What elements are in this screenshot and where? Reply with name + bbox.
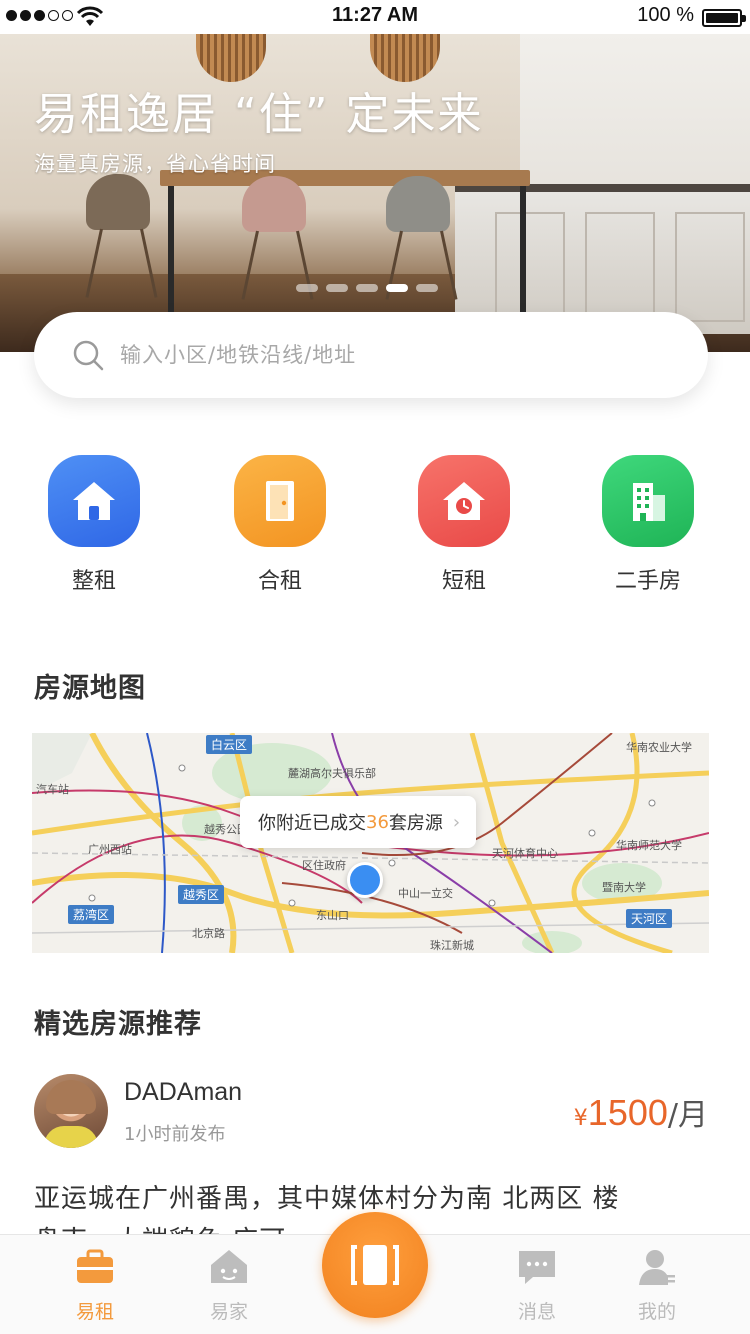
map-label-liwan: 荔湾区 (68, 905, 115, 924)
category-grid: 整租 合租 短租 二手房 (0, 455, 750, 605)
suitcase-icon (77, 1249, 113, 1283)
featured-section-title: 精选房源推荐 (34, 1009, 202, 1040)
map-label-tianhe-sports: 天河体育中心 (492, 847, 558, 860)
price-value: 1500 (587, 1092, 668, 1133)
tab-label: 易家 (209, 1301, 248, 1323)
map-label-zhongshanyi: 中山一立交 (398, 887, 453, 900)
clock-house-icon (418, 455, 510, 547)
listing-price: ¥1500/月 (574, 1090, 708, 1134)
bubble-prefix: 你附近已成交 (258, 813, 366, 834)
map-label-zhujiang: 珠江新城 (430, 939, 474, 952)
map-section-title: 房源地图 (34, 673, 146, 704)
hero-banner[interactable]: 易租逸居 “住” 定未来 海量真房源，省心省时间 (0, 34, 750, 352)
tab-label: 消息 (517, 1301, 556, 1323)
listing-post-time: 1小时前发布 (124, 1124, 226, 1145)
category-label: 合租 (257, 569, 302, 594)
map-deal-bubble[interactable]: 你附近已成交 36 套房源 › (240, 796, 477, 848)
price-unit: /月 (667, 1098, 708, 1133)
door-icon (234, 455, 326, 547)
map-label-car-station: 汽车站 (36, 783, 69, 796)
map-label-tianhe: 天河区 (626, 909, 673, 928)
category-label: 二手房 (614, 569, 681, 594)
category-second-hand[interactable]: 二手房 (578, 455, 718, 595)
carousel-indicator[interactable] (296, 284, 438, 292)
carousel-dot-active[interactable] (386, 284, 408, 292)
avatar[interactable] (34, 1074, 108, 1148)
hero-title: 易租逸居 “住” 定未来 (34, 89, 484, 140)
price-currency: ¥ (573, 1106, 588, 1131)
category-shared-rent[interactable]: 合租 (210, 455, 350, 595)
tab-yizu[interactable]: 易租 (50, 1247, 140, 1324)
map-label-beijing-road: 北京路 (192, 927, 225, 940)
carousel-dot[interactable] (326, 284, 348, 292)
scan-icon (351, 1245, 399, 1285)
bubble-suffix: 套房源 (388, 813, 443, 834)
map-label-huanan-normal: 华南师范大学 (616, 839, 682, 852)
chair (86, 174, 150, 230)
category-short-rent[interactable]: 短租 (394, 455, 534, 595)
message-icon (519, 1251, 555, 1284)
search-icon (73, 340, 104, 371)
hero-subtitle: 海量真房源，省心省时间 (34, 152, 276, 176)
map-label-guangzhou-west: 广州西站 (88, 843, 132, 856)
building-icon (602, 455, 694, 547)
center-scan-button[interactable] (322, 1212, 428, 1318)
carousel-dot[interactable] (416, 284, 438, 292)
user-icon (639, 1250, 675, 1285)
tab-messages[interactable]: 消息 (492, 1247, 582, 1324)
map-label-dongshankou: 东山口 (316, 909, 349, 922)
map-label-ludu: 麓湖高尔夫俱乐部 (288, 767, 376, 780)
status-bar: 11:27 AM 100 % (0, 0, 750, 34)
category-label: 短租 (441, 569, 486, 594)
map-label-district-gov: 区住政府 (302, 859, 346, 872)
map-label-baiyun: 白云区 (206, 735, 253, 754)
search-bar[interactable] (34, 312, 708, 398)
tab-yijia[interactable]: 易家 (184, 1247, 274, 1324)
bubble-count: 36 (366, 811, 389, 833)
map-label-yuexiu: 越秀区 (178, 885, 225, 904)
battery-icon (702, 9, 746, 27)
map-label-jinan: 暨南大学 (602, 881, 646, 894)
chair (242, 176, 306, 232)
chair (386, 176, 450, 232)
category-whole-rent[interactable]: 整租 (24, 455, 164, 595)
house-icon (48, 455, 140, 547)
map-label-huanan-agri: 华南农业大学 (626, 741, 692, 754)
battery-percent: 100 % (637, 4, 694, 26)
carousel-dot[interactable] (356, 284, 378, 292)
pendant-lamp (370, 34, 440, 82)
location-pin-icon[interactable] (347, 862, 383, 898)
carousel-dot[interactable] (296, 284, 318, 292)
pendant-lamp (196, 34, 266, 82)
category-label: 整租 (71, 569, 116, 594)
tab-profile[interactable]: 我的 (612, 1247, 702, 1324)
chevron-right-icon: › (452, 811, 461, 833)
search-input[interactable] (120, 343, 640, 367)
tab-label: 我的 (637, 1301, 676, 1323)
listing-user-name[interactable]: DADAman (124, 1078, 242, 1107)
tab-label: 易租 (75, 1301, 114, 1323)
home-face-icon (211, 1250, 247, 1283)
